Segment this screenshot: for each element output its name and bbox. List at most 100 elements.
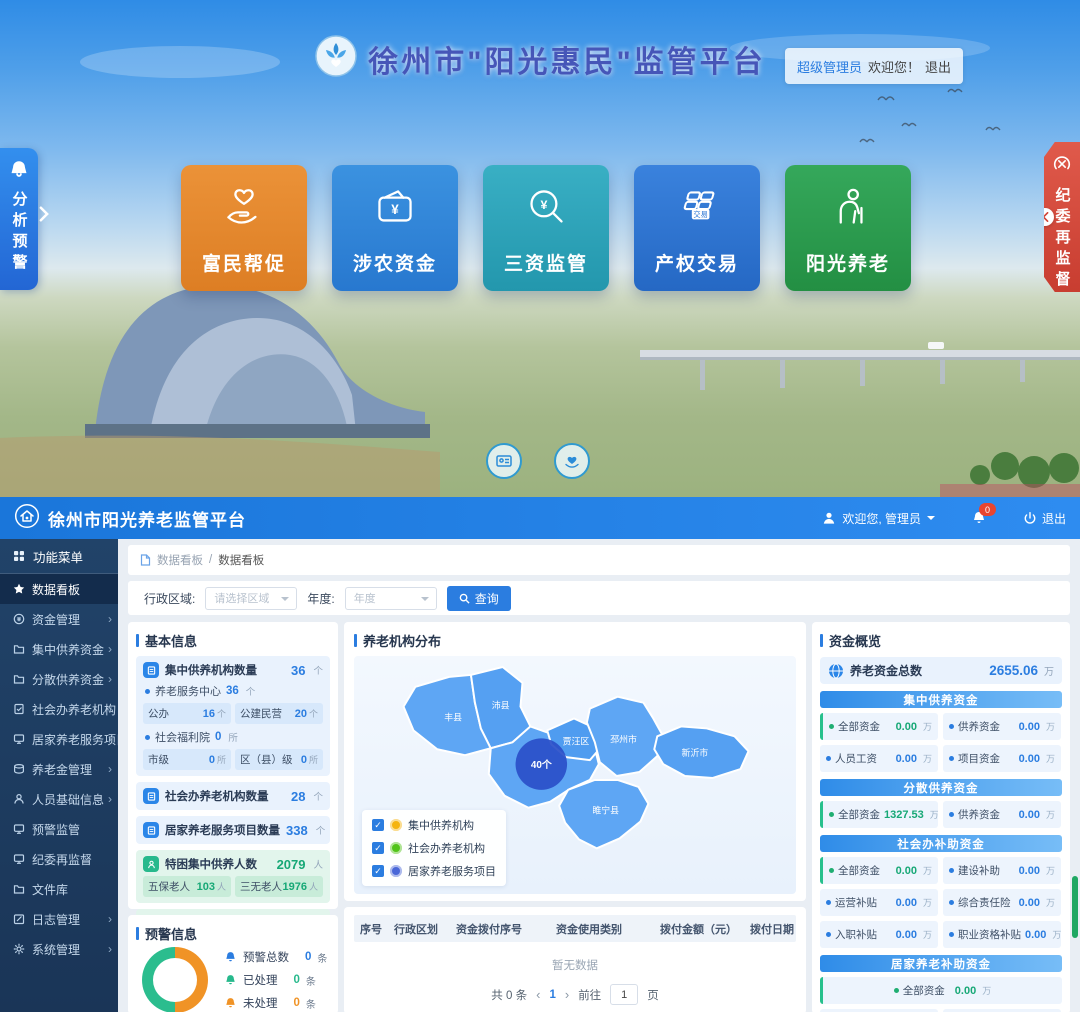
bullet-dot <box>145 689 150 694</box>
bullet-dot <box>145 735 150 740</box>
stat-chip: 公建民营 20 个 <box>235 703 323 724</box>
bullet-dot <box>894 988 899 993</box>
sidebar-item-funds-mgmt[interactable]: 资金管理 › <box>0 604 118 634</box>
sidebar-item-social-orgs[interactable]: 社会办养老机构 › <box>0 694 118 724</box>
monitor-icon <box>13 823 25 835</box>
breadcrumb-root[interactable]: 数据看板 <box>157 552 203 568</box>
sidebar-item-central-funds[interactable]: 集中供养资金 › <box>0 634 118 664</box>
sidebar-item-home-projects[interactable]: 居家养老服务项目 › <box>0 724 118 754</box>
navbar-welcome-label: 欢迎您, 管理员 <box>842 510 921 527</box>
notification-badge: 0 <box>979 503 996 516</box>
col-header-region: 行政区划 <box>388 921 450 937</box>
goto-unit: 页 <box>647 987 659 1003</box>
table-pagination: 共 0 条 ‹ 1 › 前往 页 <box>354 984 796 1005</box>
checkbox-checked[interactable] <box>372 842 384 854</box>
breadcrumb-separator: / <box>209 554 212 566</box>
page-number[interactable]: 1 <box>549 989 555 1001</box>
sidebar-item-log-mgmt[interactable]: 日志管理 › <box>0 904 118 934</box>
prev-page-button[interactable]: ‹ <box>536 987 540 1002</box>
warning-total-row: 预警总数 0 条 <box>224 949 327 965</box>
tile-sanzi-jianguan[interactable]: ¥ 三资监管 <box>483 165 609 291</box>
sidebar-item-pension-mgmt[interactable]: 养老金管理 › <box>0 754 118 784</box>
basic-info-panel: 基本信息 集中供养机构数量 36 个 养 <box>128 622 338 909</box>
wallet-yuan-icon: ¥ <box>332 179 458 237</box>
doc-icon <box>143 822 159 838</box>
col-header-date: 拨付日期 <box>744 921 796 937</box>
search-icon <box>459 593 470 604</box>
sidebar-item-personnel-info[interactable]: 人员基础信息 › <box>0 784 118 814</box>
analysis-warning-tab[interactable]: 分析预警 <box>0 148 38 290</box>
chevron-down-icon <box>927 516 935 524</box>
region-label[interactable]: 沛县 <box>492 700 510 711</box>
welcome-text: 欢迎您！ <box>868 57 920 76</box>
checkbox-checked[interactable] <box>372 865 384 877</box>
bullet-dot <box>829 812 834 817</box>
xuzhou-map[interactable]: 丰县 沛县 贾汪区 邳州市 新沂市 睢宁县 40个 <box>354 656 796 894</box>
discipline-supervision-tab[interactable]: 纪委再监督 <box>1044 142 1080 292</box>
fund-cell-full: 全部资金 0.00 万 <box>820 977 1062 1004</box>
user-menu[interactable]: 欢迎您, 管理员 <box>822 510 935 527</box>
table-empty-text: 暂无数据 <box>354 942 796 984</box>
region-label[interactable]: 新沂市 <box>682 747 709 758</box>
social-org-legend-icon <box>390 842 402 854</box>
notifications-button[interactable]: 0 <box>971 510 987 526</box>
scrollbar-thumb[interactable] <box>1072 876 1078 938</box>
doc-check-icon <box>13 703 25 715</box>
hero-logout-button[interactable]: 退出 <box>925 57 951 76</box>
care-shortcut-button[interactable] <box>554 443 590 479</box>
tile-label: 阳光养老 <box>785 249 911 276</box>
breadcrumb-current: 数据看板 <box>218 552 264 568</box>
goto-label: 前往 <box>578 987 601 1003</box>
fund-cell: 建设补助 0.00 万 <box>943 857 1061 884</box>
chevron-right-icon[interactable] <box>39 206 49 227</box>
legend-row-social: 社会办养老机构 <box>372 840 496 856</box>
sidebar-item-dashboard[interactable]: 数据看板 <box>0 574 118 604</box>
menu-title: 功能菜单 <box>33 547 83 566</box>
elder-care-icon <box>785 179 911 237</box>
stat-chip: 五保老人 103 人 <box>143 876 231 897</box>
page-goto-input[interactable] <box>610 984 638 1005</box>
region-label[interactable]: 睢宁县 <box>592 805 619 816</box>
sidebar-menu-header: 功能菜单 <box>0 539 118 574</box>
region-label[interactable]: 邳州市 <box>610 733 637 744</box>
coins-icon <box>13 763 25 775</box>
svg-text:¥: ¥ <box>540 198 547 212</box>
sidebar-item-scatter-funds[interactable]: 分散供养资金 › <box>0 664 118 694</box>
region-label[interactable]: 丰县 <box>444 711 462 722</box>
year-select[interactable]: 年度 <box>345 587 437 610</box>
star-icon <box>13 583 25 595</box>
right-column: 资金概览 养老资金总数 2655.06 万 集中供养资金 <box>812 622 1070 1012</box>
funds-table-panel: 序号 行政区划 资金拨付序号 资金使用类别 拨付金额（元） 拨付日期 暂无数据 … <box>344 907 806 1012</box>
title-accent-bar <box>136 927 139 940</box>
sidebar-item-file-library[interactable]: 文件库 <box>0 874 118 904</box>
next-page-button[interactable]: › <box>565 987 569 1002</box>
dashboard-navbar: 徐州市阳光养老监管平台 欢迎您, 管理员 0 <box>0 497 1080 539</box>
search-button[interactable]: 查询 <box>447 586 511 611</box>
fund-cell: 综合责任险 0.00 万 <box>943 889 1061 916</box>
sidebar-item-system-mgmt[interactable]: 系统管理 › <box>0 934 118 964</box>
tile-label: 产权交易 <box>634 249 760 276</box>
section-banner: 社会办补助资金 <box>820 835 1062 852</box>
gear-icon <box>13 943 25 955</box>
col-header-category: 资金使用类别 <box>550 921 654 937</box>
idcard-shortcut-button[interactable] <box>486 443 522 479</box>
warning-info-title: 预警信息 <box>136 924 330 943</box>
tile-shenong-zijin[interactable]: ¥ 涉农资金 <box>332 165 458 291</box>
navbar-right: 欢迎您, 管理员 0 退出 <box>822 510 1066 527</box>
sidebar-item-warning-supervision[interactable]: 预警监管 <box>0 814 118 844</box>
warning-donut-chart <box>142 947 208 1012</box>
hero-shortcuts <box>486 443 590 479</box>
expand-arrow-icon: › <box>108 792 112 806</box>
tile-fumin-bangcu[interactable]: 富民帮促 <box>181 165 307 291</box>
tile-yangguang-yanglao[interactable]: 阳光养老 <box>785 165 911 291</box>
region-select[interactable]: 请选择区域 <box>205 587 297 610</box>
tile-chanquan-jiaoyi[interactable]: 交易 产权交易 <box>634 165 760 291</box>
expand-arrow-icon: › <box>108 732 112 746</box>
hand-heart-icon <box>181 179 307 237</box>
region-label[interactable]: 贾汪区 <box>563 736 590 746</box>
checkbox-checked[interactable] <box>372 819 384 831</box>
title-accent-bar <box>354 634 357 647</box>
logout-button[interactable]: 退出 <box>1023 510 1066 527</box>
sidebar-item-discipline-supervision[interactable]: 纪委再监督 <box>0 844 118 874</box>
dashboard-columns: 基本信息 集中供养机构数量 36 个 养 <box>128 622 1070 1012</box>
